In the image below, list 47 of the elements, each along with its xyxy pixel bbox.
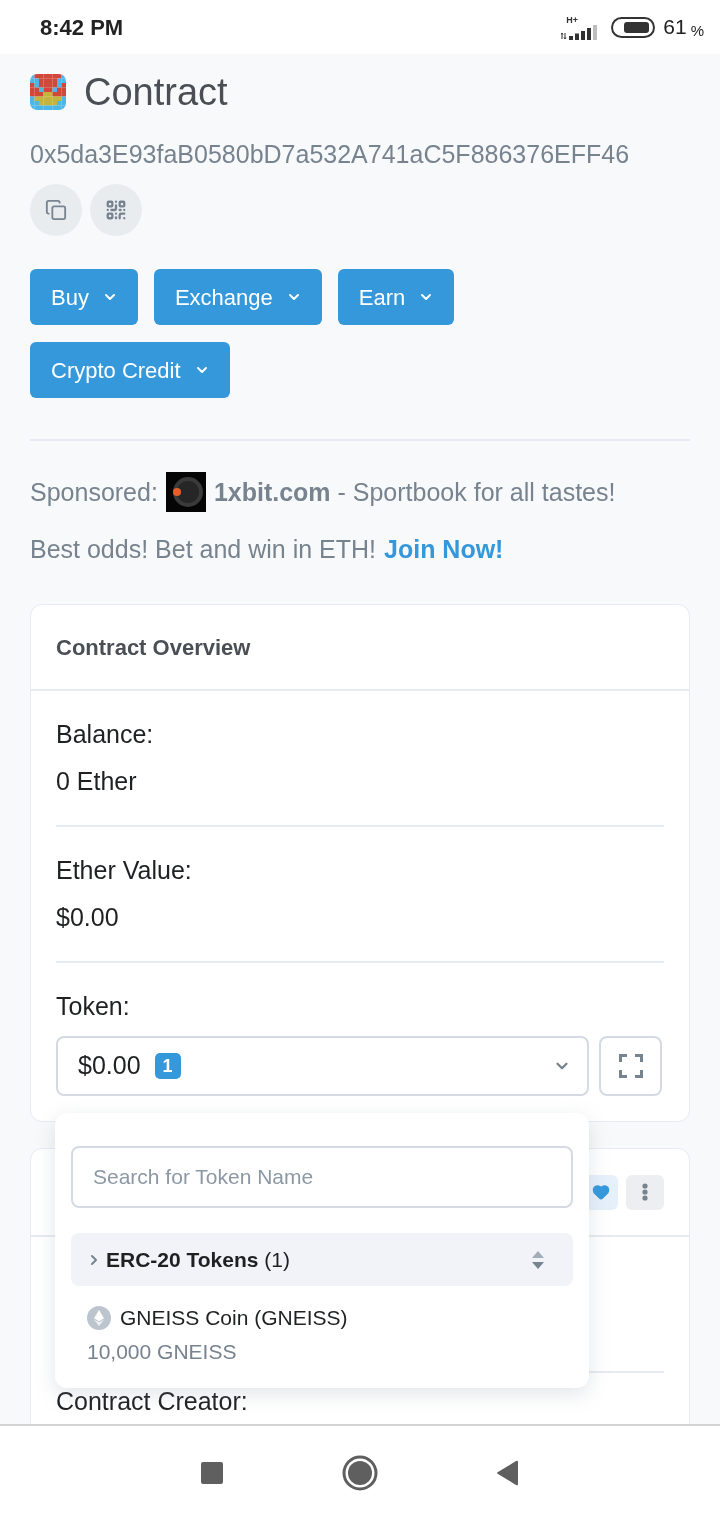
- token-name: GNEISS Coin (GNEISS): [120, 1305, 348, 1331]
- token-value: $0.00: [78, 1050, 141, 1082]
- token-group-header[interactable]: ERC-20 Tokens (1): [71, 1233, 573, 1286]
- token-amount: 10,000 GNEISS: [87, 1339, 238, 1365]
- battery-percent-sign: %: [690, 20, 704, 41]
- field-value: $0.00: [56, 902, 120, 933]
- sponsored-label: Sponsored:: [30, 477, 158, 508]
- sponsor-text: 1xbit.com - Sportbook for all tastes!: [213, 477, 616, 508]
- field-label: Contract Creator:: [56, 1386, 249, 1415]
- copy-icon: [45, 199, 67, 221]
- more-options-button[interactable]: [626, 1174, 664, 1210]
- field-label: Token:: [56, 991, 131, 1022]
- card-title: Contract Overview: [56, 633, 251, 662]
- contract-address: 0x5da3E93faB0580bD7a532A741aC5F886376EFF46: [30, 139, 631, 169]
- battery-percent: 61: [663, 14, 687, 41]
- home-icon[interactable]: [342, 1455, 378, 1491]
- back-icon[interactable]: [496, 1460, 520, 1486]
- more-options-icon: [642, 1183, 648, 1201]
- fullscreen-icon: [618, 1054, 643, 1078]
- ethereum-icon: [87, 1306, 111, 1330]
- field-label: Ether Value:: [56, 855, 193, 886]
- menu-dropdown-button[interactable]: Earn: [337, 269, 455, 325]
- signal-icon: [561, 25, 600, 40]
- sponsor-logo-icon: [165, 472, 206, 512]
- token-count-badge: 1: [154, 1053, 181, 1079]
- fullscreen-button[interactable]: [599, 1036, 662, 1096]
- sponsor-tagline: Best odds! Bet and win in ETH! Join Now!: [30, 534, 505, 565]
- qr-code-icon: [105, 199, 127, 221]
- field-label: Balance:: [56, 719, 155, 750]
- page-title: Contract: [84, 72, 228, 112]
- qr-code-button[interactable]: [90, 184, 142, 236]
- battery-icon: [611, 16, 656, 38]
- token-select[interactable]: $0.00 1: [56, 1036, 589, 1096]
- menu-dropdown-button[interactable]: Exchange: [153, 269, 322, 325]
- copy-button[interactable]: [30, 184, 82, 236]
- network-type-label: H+: [566, 16, 579, 25]
- menu-dropdown-button[interactable]: Crypto Credit: [30, 342, 230, 398]
- status-time: 8:42 PM: [40, 13, 124, 42]
- field-value: 0 Ether: [56, 766, 138, 797]
- join-now-link[interactable]: Join Now!: [384, 535, 504, 563]
- token-search-field[interactable]: Search for Token Name: [71, 1146, 573, 1208]
- token-list-item[interactable]: GNEISS Coin (GNEISS) 10,000 GNEISS: [71, 1304, 348, 1366]
- token-group-label: ERC-20 Tokens (1): [106, 1246, 290, 1273]
- menu-dropdown-button[interactable]: Buy: [30, 269, 138, 325]
- sort-icon: [531, 1249, 545, 1270]
- heart-icon: [592, 1183, 610, 1201]
- identicon-icon: [30, 74, 66, 110]
